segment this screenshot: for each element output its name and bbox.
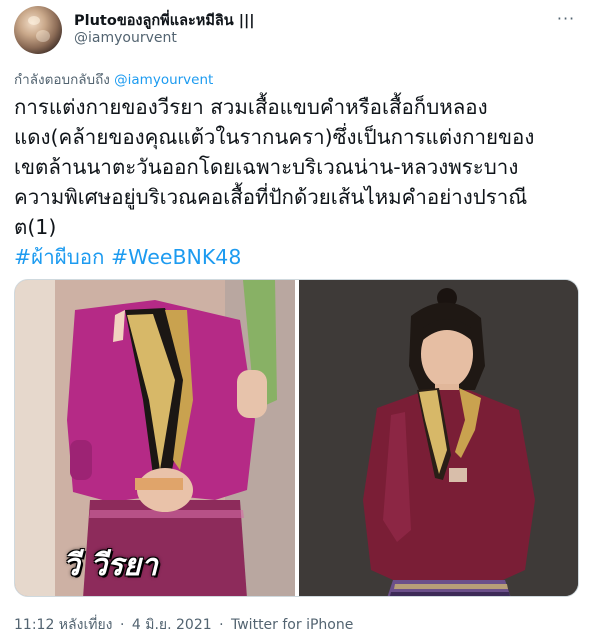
- hashtag-link[interactable]: #WeeBNK48: [111, 245, 241, 269]
- reply-context: กำลังตอบกลับถึง @iamyourvent: [14, 68, 213, 90]
- separator-dot: ·: [119, 617, 125, 633]
- photo-right-illustration: [299, 280, 578, 596]
- tweet-text-line: เขตล้านนาตะวันออกโดยเฉพาะบริเวณน่าน-หลวง…: [14, 155, 519, 179]
- tweet-header: Plutoของลูกพี่และหมีลิน ||| @iamyourvent…: [14, 6, 578, 54]
- photo-right[interactable]: [299, 280, 578, 596]
- avatar[interactable]: [14, 6, 62, 54]
- tweet-date: 4 มิ.ย. 2021: [131, 617, 212, 633]
- tweet-text-line: การแต่งกายของวีรยา สวมเสื้อแขบคำหรือเสื้…: [14, 95, 488, 119]
- reply-mention-link[interactable]: @iamyourvent: [114, 72, 213, 88]
- tweet-text-line: ความพิเศษอยู่บริเวณคอเสื้อที่ปักด้วยเส้น…: [14, 185, 528, 209]
- tweet-text-line: แดง(คล้ายของคุณแต้วในรากนครา)ซึ่งเป็นการ…: [14, 125, 535, 149]
- tweet-text-line: ต(1): [14, 215, 57, 239]
- tweet-source[interactable]: Twitter for iPhone: [231, 617, 353, 633]
- hashtag-link[interactable]: #ผ้าผีบอก: [14, 245, 104, 269]
- tweet-text: การแต่งกายของวีรยา สวมเสื้อแขบคำหรือเสื้…: [14, 92, 579, 272]
- user-handle[interactable]: @iamyourvent: [74, 30, 177, 46]
- reply-prefix: กำลังตอบกลับถึง: [14, 72, 110, 88]
- photo-caption: วี วีรยา: [63, 548, 158, 583]
- hashtags-line: #ผ้าผีบอก #WeeBNK48: [14, 242, 579, 272]
- separator-dot: ·: [219, 617, 224, 633]
- more-horizontal-icon[interactable]: ···: [554, 8, 578, 28]
- tweet-timestamp[interactable]: 11:12 หลังเที่ยง · 4 มิ.ย. 2021 · Twitte…: [14, 614, 353, 636]
- photo-left[interactable]: วี วีรยา: [15, 280, 295, 596]
- media-grid: วี วีรยา: [14, 279, 579, 597]
- display-name[interactable]: Plutoของลูกพี่และหมีลิน |||: [74, 9, 255, 32]
- tweet-time: 11:12 หลังเที่ยง: [14, 617, 113, 633]
